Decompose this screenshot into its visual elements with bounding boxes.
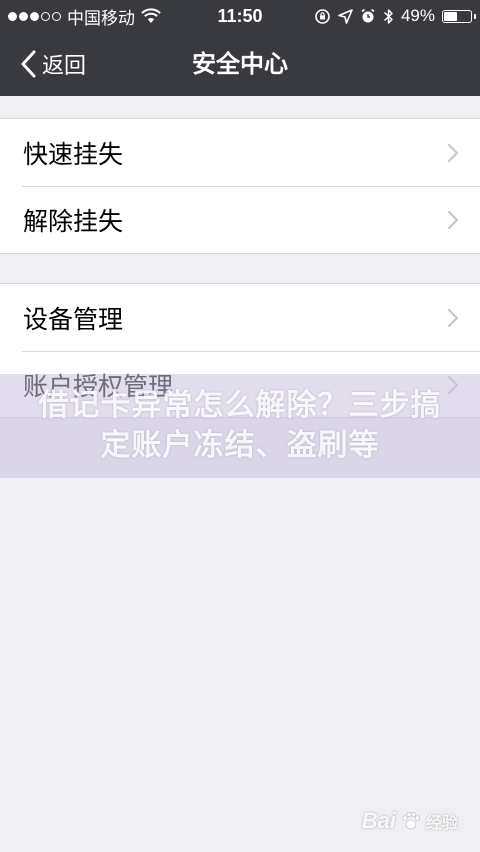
settings-group-1: 快速挂失 解除挂失 (0, 118, 480, 254)
menu-item-device-management[interactable]: 设备管理 (0, 284, 480, 351)
chevron-right-icon (447, 143, 459, 162)
nav-bar: 返回 安全中心 (0, 32, 480, 96)
chevron-left-icon (21, 50, 36, 78)
bluetooth-icon (383, 8, 393, 24)
paw-icon (402, 811, 420, 830)
chevron-right-icon (447, 308, 459, 327)
watermark-cjk: 经验 (425, 815, 458, 832)
menu-item-account-authorization[interactable]: 账户授权管理 (0, 351, 480, 418)
battery-percent: 49% (400, 6, 435, 25)
back-label: 返回 (42, 54, 87, 79)
status-right: 49% (314, 0, 476, 32)
menu-item-label: 快速挂失 (23, 139, 124, 169)
location-icon (338, 8, 353, 24)
chevron-right-icon (447, 210, 459, 229)
alarm-icon (361, 8, 375, 23)
battery-level (444, 11, 457, 21)
menu-item-cancel-report-loss[interactable]: 解除挂失 (0, 186, 480, 253)
rotation-lock-icon (315, 8, 330, 24)
menu-item-label: 解除挂失 (23, 206, 124, 236)
menu-item-label: 设备管理 (23, 304, 124, 334)
menu-item-label: 账户授权管理 (23, 371, 174, 401)
status-bar: 中国移动 11:50 49% (0, 0, 480, 32)
settings-group-2: 设备管理 账户授权管理 (0, 283, 480, 418)
watermark-latin: Bai (361, 808, 396, 833)
menu-item-quick-report-loss[interactable]: 快速挂失 (0, 119, 480, 186)
baidu-watermark: Bai 经验 (362, 808, 458, 834)
chevron-right-icon (447, 375, 459, 394)
battery-icon (442, 9, 476, 23)
back-button[interactable]: 返回 (20, 32, 86, 96)
